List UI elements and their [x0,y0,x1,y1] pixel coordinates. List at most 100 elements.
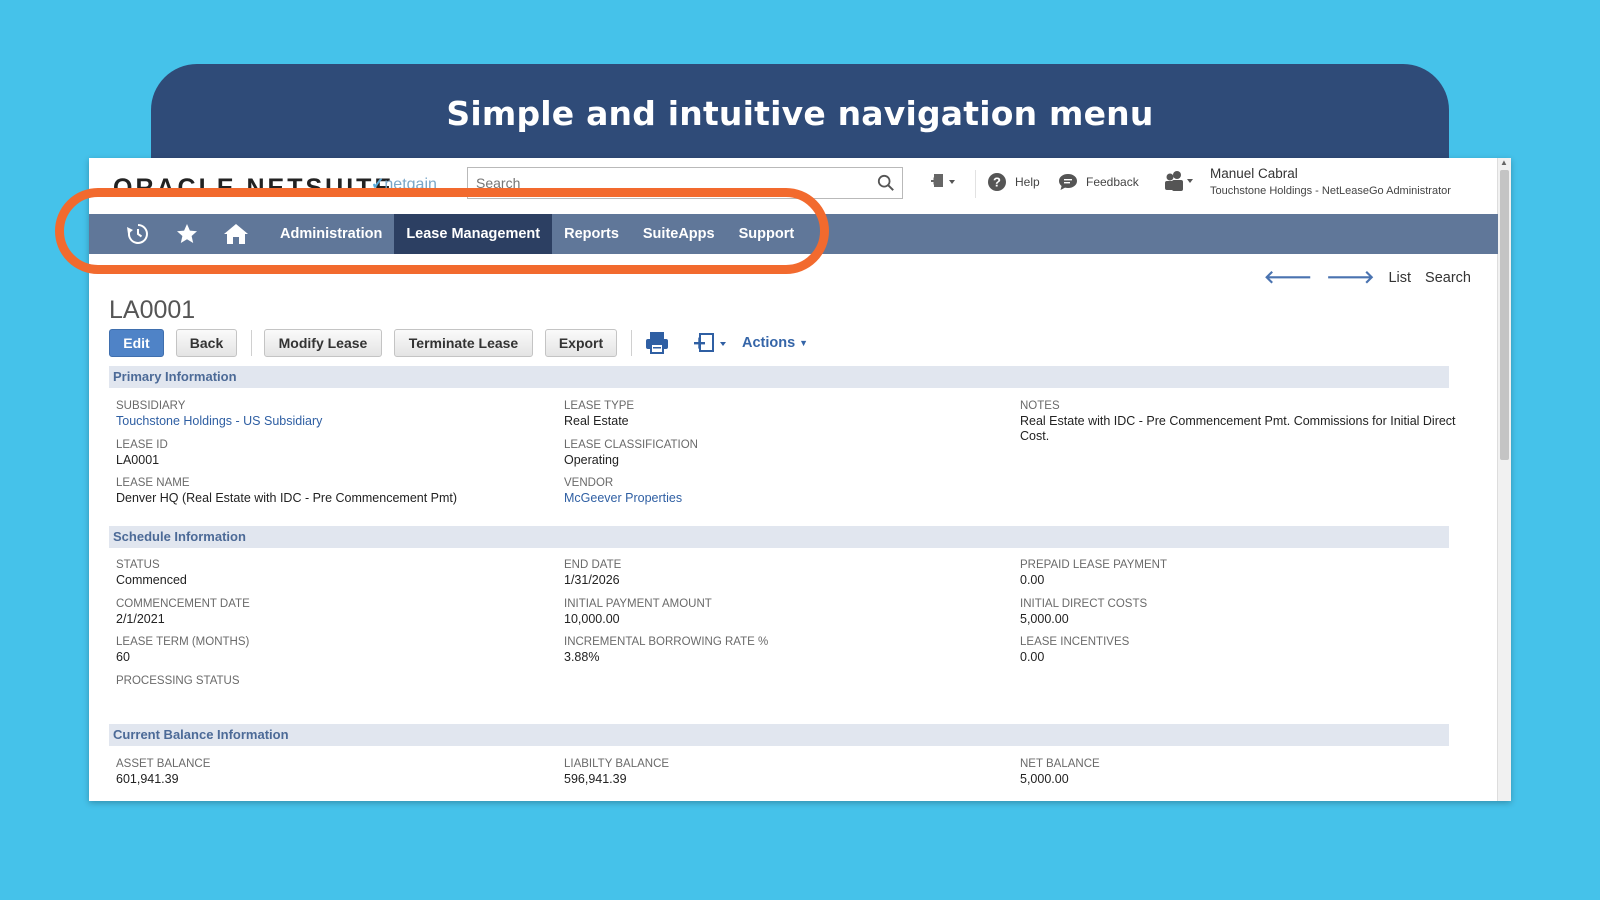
field-lease-name: LEASE NAME Denver HQ (Real Estate with I… [116,477,536,506]
field-label: LEASE CLASSIFICATION [564,439,698,451]
field-liability-balance: LIABILTY BALANCE 596,941.39 [564,758,984,787]
partner-logo: ✓netgain [371,174,437,190]
scrollbar[interactable]: ▲ [1497,158,1511,801]
scroll-up-icon[interactable]: ▲ [1500,158,1508,167]
field-lease-id: LEASE ID LA0001 [116,439,536,468]
section-current-balance-information[interactable]: Current Balance Information [109,724,1449,746]
nav-lease-management[interactable]: Lease Management [394,214,553,254]
scroll-thumb[interactable] [1500,170,1509,460]
nav-suiteapps[interactable]: SuiteApps [631,214,727,254]
field-lease-classification: LEASE CLASSIFICATION Operating [564,439,984,468]
feedback-link[interactable]: Feedback [1058,172,1139,192]
field-label: NET BALANCE [1020,758,1100,770]
search-link[interactable]: Search [1425,270,1471,286]
field-value: 5,000.00 [1020,772,1069,786]
new-document-icon[interactable] [692,331,730,355]
help-icon: ? [988,173,1006,191]
help-link[interactable]: ? Help [987,172,1040,192]
field-value: 0.00 [1020,573,1045,587]
terminate-lease-button[interactable]: Terminate Lease [394,329,533,357]
section-schedule-information[interactable]: Schedule Information [109,526,1449,548]
field-asset-balance: ASSET BALANCE 601,941.39 [116,758,536,787]
search-input[interactable] [474,168,858,198]
help-label: Help [1015,175,1040,189]
field-value: Commenced [116,573,187,587]
back-button[interactable]: Back [176,329,237,357]
netsuite-logo[interactable]: ORACLE NETSUITE [113,174,394,190]
users-icon [1165,171,1193,191]
field-value: Denver HQ (Real Estate with IDC - Pre Co… [116,491,458,505]
field-label: COMMENCEMENT DATE [116,598,250,610]
record-toolbar: Edit Back Modify Lease Terminate Lease E… [109,329,808,357]
list-link[interactable]: List [1388,270,1411,286]
create-new-menu[interactable] [930,172,964,192]
previous-arrow-icon[interactable]: 🡐 [1264,267,1312,288]
field-lease-incentives: LEASE INCENTIVES 0.00 [1020,636,1440,665]
field-initial-payment-amount: INITIAL PAYMENT AMOUNT 10,000.00 [564,598,984,627]
field-label: LEASE TERM (MONTHS) [116,636,250,648]
field-notes: NOTES Real Estate with IDC - Pre Commenc… [1020,400,1460,444]
header-divider [975,170,976,198]
modify-lease-button[interactable]: Modify Lease [264,329,382,357]
field-label: NOTES [1020,400,1060,412]
field-value: 2/1/2021 [116,612,165,626]
record-navigation: 🡐 🡒 List Search [1264,267,1471,288]
feedback-label: Feedback [1086,175,1139,189]
home-icon[interactable] [211,214,260,254]
nav-support[interactable]: Support [727,214,807,254]
subsidiary-link[interactable]: Touchstone Holdings - US Subsidiary [116,414,536,429]
field-value: 601,941.39 [116,772,179,786]
field-label: END DATE [564,559,622,571]
vendor-link[interactable]: McGeever Properties [564,491,984,506]
field-label: INCREMENTAL BORROWING RATE % [564,636,769,648]
field-subsidiary: SUBSIDIARY Touchstone Holdings - US Subs… [116,400,536,429]
field-label: PROCESSING STATUS [116,675,240,687]
favorites-star-icon[interactable] [162,214,211,254]
toolbar-divider [251,330,252,356]
main-nav: Administration Lease Management Reports … [89,214,1498,254]
field-label: LEASE NAME [116,477,190,489]
create-new-icon[interactable] [930,172,956,192]
field-value: 3.88% [564,650,600,664]
next-arrow-icon[interactable]: 🡒 [1326,267,1374,288]
field-commencement-date: COMMENCEMENT DATE 2/1/2021 [116,598,536,627]
field-label: STATUS [116,559,160,571]
field-label: LEASE TYPE [564,400,635,412]
field-end-date: END DATE 1/31/2026 [564,559,984,588]
field-label: VENDOR [564,477,614,489]
field-label: INITIAL PAYMENT AMOUNT [564,598,712,610]
field-label: LEASE INCENTIVES [1020,636,1130,648]
netsuite-window: ▲ ORACLE NETSUITE ✓netgain ? Help Feedba… [89,158,1511,801]
nav-administration[interactable]: Administration [268,214,394,254]
field-value: Real Estate with IDC - Pre Commencement … [1020,414,1456,443]
field-label: SUBSIDIARY [116,400,186,412]
field-incremental-borrowing-rate: INCREMENTAL BORROWING RATE % 3.88% [564,636,984,665]
export-button[interactable]: Export [545,329,617,357]
feedback-icon [1059,174,1077,190]
user-name[interactable]: Manuel Cabral [1210,166,1298,181]
field-label: ASSET BALANCE [116,758,211,770]
recent-records-icon[interactable] [113,214,162,254]
field-label: INITIAL DIRECT COSTS [1020,598,1148,610]
search-icon[interactable] [877,174,895,192]
check-icon: ✓ [371,176,385,190]
banner-title: Simple and intuitive navigation menu [446,94,1154,133]
field-lease-type: LEASE TYPE Real Estate [564,400,984,429]
field-prepaid-lease-payment: PREPAID LEASE PAYMENT 0.00 [1020,559,1440,588]
section-primary-information[interactable]: Primary Information [109,366,1449,388]
field-value: 1/31/2026 [564,573,620,587]
field-value: 5,000.00 [1020,612,1069,626]
user-role: Touchstone Holdings - NetLeaseGo Adminis… [1210,185,1451,197]
top-bar: ORACLE NETSUITE ✓netgain ? Help Feedback… [89,158,1498,214]
field-status: STATUS Commenced [116,559,536,588]
field-value: Operating [564,453,619,467]
global-search[interactable] [467,167,903,199]
actions-menu[interactable]: Actions ▼ [742,335,808,351]
field-value: 10,000.00 [564,612,620,626]
print-icon[interactable] [644,331,670,355]
field-value: 60 [116,650,130,664]
field-label: LIABILTY BALANCE [564,758,670,770]
role-switcher[interactable] [1163,170,1203,192]
edit-button[interactable]: Edit [109,329,164,357]
nav-reports[interactable]: Reports [552,214,631,254]
